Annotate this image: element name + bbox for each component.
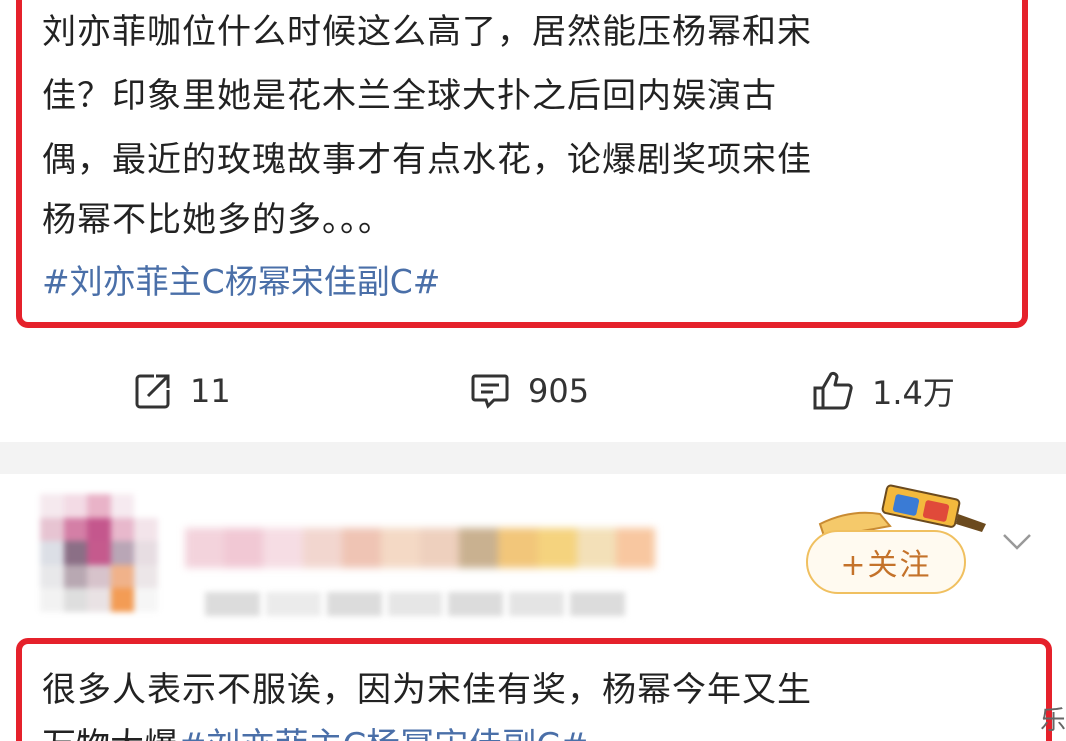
thumbs-up-icon	[812, 371, 854, 411]
feed-separator	[0, 442, 1066, 474]
post-text-line-3: 偶，最近的玫瑰故事才有点水花，论爆剧奖项宋佳	[42, 140, 812, 180]
avatar[interactable]	[40, 494, 158, 612]
edge-glyph: 乐	[1040, 706, 1066, 736]
like-button[interactable]: 1.4万	[812, 358, 955, 424]
follow-button[interactable]: +关注	[806, 530, 966, 594]
post-card-2: +关注 很多人表示不服诶，因为宋佳有奖，杨幂今年又生 万物大爆#刘亦菲主C杨幂宋…	[0, 474, 1066, 741]
like-count: 1.4万	[872, 374, 955, 412]
post-text-line-4: 杨幂不比她多的多。。。	[42, 200, 393, 240]
comment-icon	[470, 372, 510, 410]
post-action-bar: 11 905 1.4万	[0, 358, 1066, 424]
post2-text-fragment: 万物大爆	[42, 726, 178, 741]
hashtag-link[interactable]: #刘亦菲主C杨幂宋佳副C#	[42, 253, 440, 310]
repost-count: 11	[190, 372, 231, 410]
post-card-1: 刘亦菲咖位什么时候这么高了，居然能压杨幂和宋 佳？印象里她是花木兰全球大扑之后回…	[0, 0, 1066, 442]
post-text-line-2: 佳？印象里她是花木兰全球大扑之后回内娱演古	[42, 76, 777, 116]
post2-text-line-1: 很多人表示不服诶，因为宋佳有奖，杨幂今年又生	[42, 670, 812, 710]
chevron-down-icon[interactable]	[1000, 524, 1034, 558]
post-meta-blurred	[205, 592, 626, 616]
repost-icon	[134, 372, 172, 410]
comment-button[interactable]: 905	[470, 358, 589, 424]
post2-text-line-2: 万物大爆#刘亦菲主C杨幂宋佳副C#	[42, 718, 588, 741]
repost-button[interactable]: 11	[134, 358, 231, 424]
post2-hashtag-link[interactable]: #刘亦菲主C杨幂宋佳副C#	[178, 726, 588, 741]
post-text-line-1: 刘亦菲咖位什么时候这么高了，居然能压杨幂和宋	[42, 12, 812, 52]
username-blurred[interactable]	[185, 528, 656, 568]
comment-count: 905	[528, 372, 590, 410]
